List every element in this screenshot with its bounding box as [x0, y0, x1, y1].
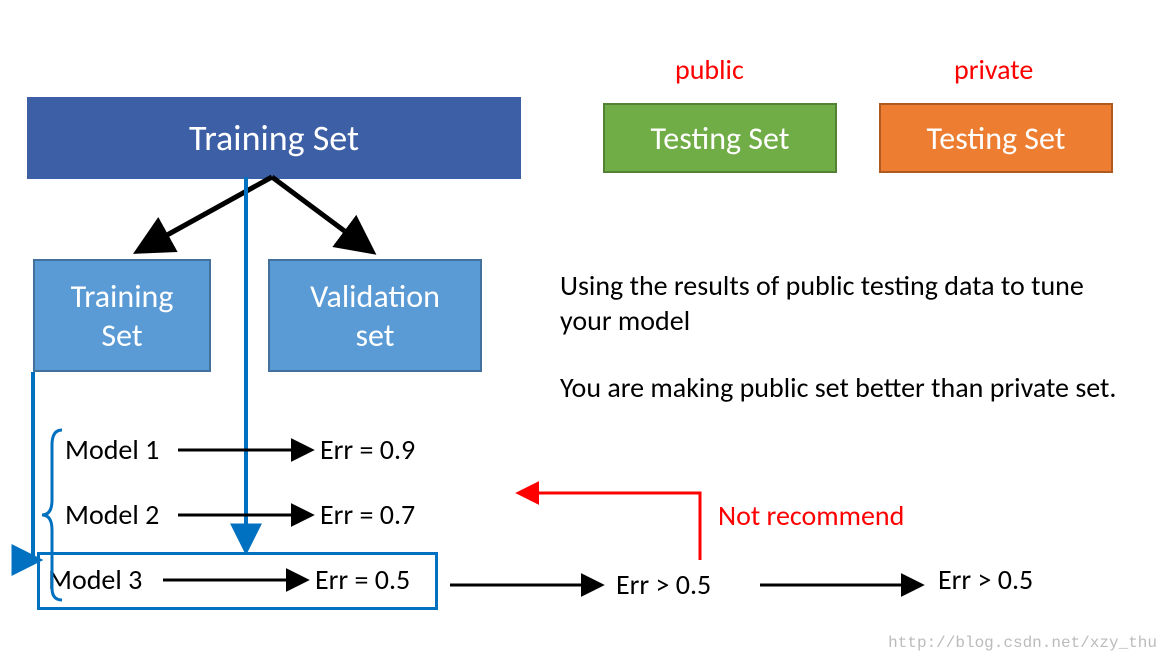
testing-private-box: Testing Set [879, 103, 1113, 173]
err-pub-label: Err > 0.5 [616, 567, 711, 602]
not-recommend-label: Not recommend [718, 498, 904, 533]
private-label: private [954, 52, 1033, 87]
err1-label: Err = 0.9 [320, 432, 415, 467]
watermark-text: http://blog.csdn.net/xzy_thu [888, 634, 1157, 652]
blue-arrow-left-elbow [33, 372, 37, 560]
side-text-1: Using the results of public testing data… [560, 268, 1120, 338]
validation-set-box: Validation set [268, 259, 482, 372]
public-label: public [675, 52, 744, 87]
err2-label: Err = 0.7 [320, 497, 415, 532]
red-elbow-arrow [520, 493, 700, 560]
model2-label: Model 2 [65, 497, 159, 532]
split-arrow-left [140, 177, 272, 250]
model3-highlight-box [37, 552, 438, 610]
training-set-child-box: Training Set [33, 259, 211, 372]
split-arrow-right [272, 177, 370, 250]
training-set-top-box: Training Set [27, 97, 521, 179]
model1-label: Model 1 [65, 432, 159, 467]
err-priv-label: Err > 0.5 [938, 562, 1033, 597]
side-text-2: You are making public set better than pr… [560, 370, 1120, 405]
testing-public-box: Testing Set [603, 103, 837, 173]
